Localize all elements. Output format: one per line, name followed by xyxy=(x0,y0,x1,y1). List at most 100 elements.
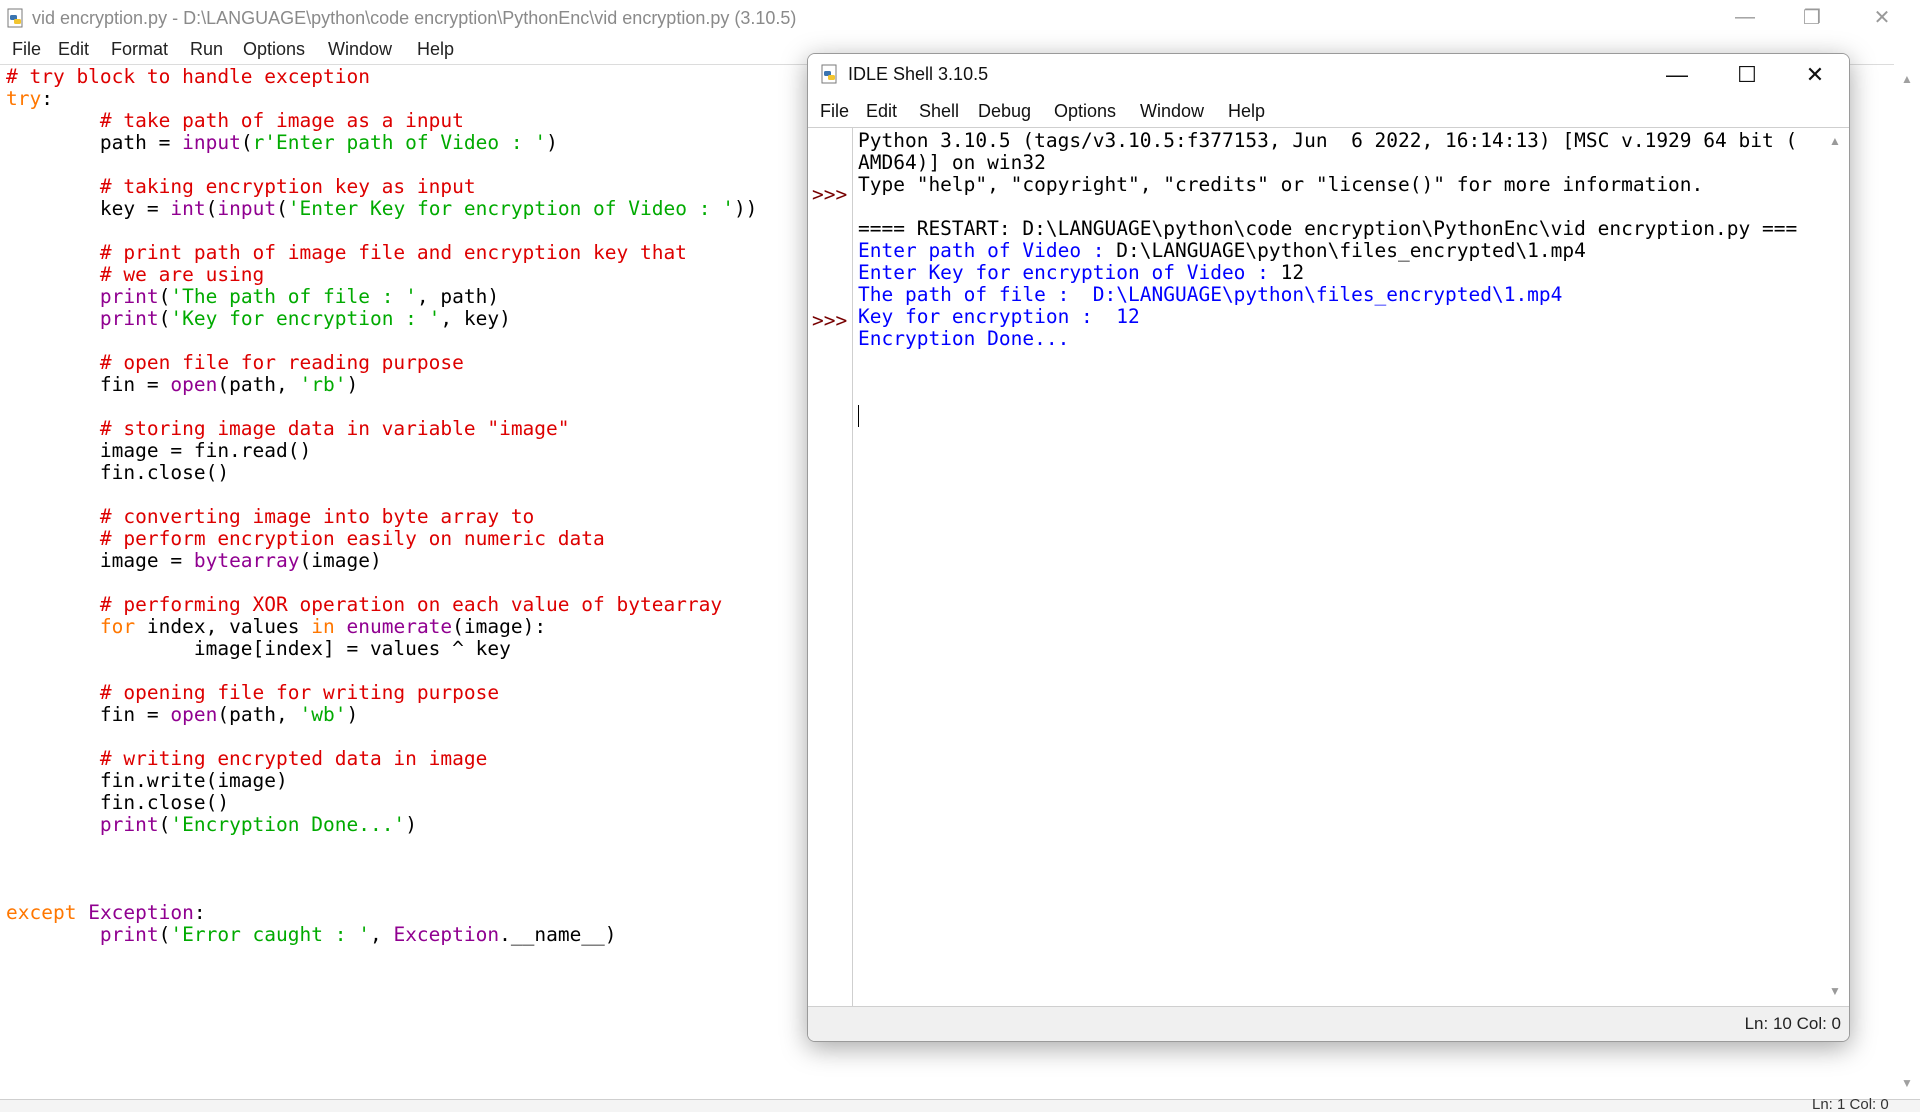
code-token: , key) xyxy=(440,307,511,330)
shell-menu-edit[interactable]: Edit xyxy=(866,101,897,122)
code-token: .__name__) xyxy=(499,923,617,946)
scroll-down-icon[interactable]: ▼ xyxy=(1901,1076,1913,1090)
code-token: open xyxy=(170,703,218,726)
code-token: # converting image into byte array to xyxy=(6,505,535,528)
code-token: ( xyxy=(276,197,288,220)
code-line[interactable]: # storing image data in variable "image" xyxy=(6,418,570,440)
shell-scroll-up-icon[interactable]: ▲ xyxy=(1829,134,1841,148)
code-line[interactable]: fin.close() xyxy=(6,462,229,484)
code-token: except xyxy=(6,901,77,924)
code-line[interactable]: # performing XOR operation on each value… xyxy=(6,594,722,616)
code-line[interactable]: print('Error caught : ', Exception.__nam… xyxy=(6,924,617,946)
python-file-icon xyxy=(6,8,26,33)
restore-icon[interactable]: ❐ xyxy=(1782,0,1842,35)
code-token: for xyxy=(99,615,136,638)
shell-minimize-icon[interactable]: — xyxy=(1644,54,1710,95)
code-line[interactable]: try: xyxy=(6,88,53,110)
code-token: image = fin.read() xyxy=(6,439,312,462)
code-line[interactable]: image = bytearray(image) xyxy=(6,550,382,572)
code-token: input xyxy=(217,197,277,220)
code-line[interactable]: print('Encryption Done...') xyxy=(6,814,417,836)
shell-titlebar[interactable]: IDLE Shell 3.10.5 — ☐ ✕ xyxy=(808,54,1849,95)
code-line[interactable]: # take path of image as a input xyxy=(6,110,464,132)
shell-menu-options[interactable]: Options xyxy=(1054,101,1116,122)
code-token: # take path of image as a input xyxy=(6,109,464,132)
code-line[interactable]: for index, values in enumerate(image): xyxy=(6,616,546,638)
code-line[interactable]: fin = open(path, 'rb') xyxy=(6,374,358,396)
shell-prompt: >>> xyxy=(812,183,848,206)
code-token: fin = xyxy=(6,703,171,726)
menu-options[interactable]: Options xyxy=(243,39,305,60)
shell-statusbar: Ln: 10 Col: 0 xyxy=(808,1006,1849,1041)
shell-prompt-gutter: >>> >>> xyxy=(808,128,853,1006)
shell-maximize-icon[interactable]: ☐ xyxy=(1714,54,1780,95)
shell-menu-window[interactable]: Window xyxy=(1140,101,1204,122)
editor-titlebar[interactable]: vid encryption.py - D:\LANGUAGE\python\c… xyxy=(0,0,1920,35)
code-token: ( xyxy=(205,197,218,220)
code-line[interactable]: # taking encryption key as input xyxy=(6,176,476,198)
code-token: fin = xyxy=(6,373,171,396)
code-token: key = xyxy=(6,197,171,220)
code-line[interactable]: image[index] = values ^ key xyxy=(6,638,511,660)
user-input-key: 12 xyxy=(1280,261,1305,284)
code-line[interactable]: except Exception: xyxy=(6,902,206,924)
code-token: in xyxy=(311,615,335,638)
shell-output-line: Key for encryption : 12 xyxy=(858,306,1140,328)
shell-menu-debug[interactable]: Debug xyxy=(978,101,1031,122)
code-line[interactable]: # perform encryption easily on numeric d… xyxy=(6,528,605,550)
shell-output-line: Type "help", "copyright", "credits" or "… xyxy=(858,174,1703,196)
code-token: try xyxy=(6,87,42,110)
code-line[interactable]: # we are using xyxy=(6,264,264,286)
shell-output-line: AMD64)] on win32 xyxy=(858,152,1046,174)
code-line[interactable]: image = fin.read() xyxy=(6,440,311,462)
code-token: 'Enter Key for encryption of Video : ' xyxy=(287,197,734,220)
shell-output-line: Enter Key for encryption of Video : 12 xyxy=(858,262,1304,284)
code-line[interactable]: print('The path of file : ', path) xyxy=(6,286,499,308)
menu-window[interactable]: Window xyxy=(328,39,392,60)
code-token: )) xyxy=(733,197,758,220)
code-line[interactable]: fin.write(image) xyxy=(6,770,288,792)
shell-menu-shell[interactable]: Shell xyxy=(919,101,959,122)
code-token: fin.write(image) xyxy=(6,769,288,792)
editor-scrollbar[interactable]: ▲ ▼ xyxy=(1894,64,1920,1099)
minimize-icon[interactable]: — xyxy=(1715,0,1775,35)
code-line[interactable]: # open file for reading purpose xyxy=(6,352,464,374)
scroll-up-icon[interactable]: ▲ xyxy=(1901,72,1913,86)
shell-menu-file[interactable]: File xyxy=(820,101,849,122)
code-token: int xyxy=(170,197,206,220)
shell-scroll-down-icon[interactable]: ▼ xyxy=(1829,984,1841,998)
shell-scrollbar[interactable]: ▲ ▼ xyxy=(1823,128,1847,1006)
code-token: input xyxy=(182,131,241,154)
code-line[interactable]: fin.close() xyxy=(6,792,229,814)
code-line[interactable]: fin = open(path, 'wb') xyxy=(6,704,358,726)
shell-line-text: The path of file : D:\LANGUAGE\python\fi… xyxy=(858,283,1563,306)
code-token: , path) xyxy=(416,285,500,308)
code-line[interactable]: key = int(input('Enter Key for encryptio… xyxy=(6,197,758,220)
shell-line-text: AMD64)] on win32 xyxy=(858,151,1046,174)
code-token: ( xyxy=(240,131,253,154)
code-line[interactable]: # try block to handle exception xyxy=(6,66,370,88)
code-line[interactable]: # converting image into byte array to xyxy=(6,506,534,528)
menu-run[interactable]: Run xyxy=(190,39,223,60)
code-line[interactable]: # opening file for writing purpose xyxy=(6,682,499,704)
code-line[interactable]: print('Key for encryption : ', key) xyxy=(6,308,511,330)
code-line[interactable]: path = input(r'Enter path of Video : ') xyxy=(6,132,558,154)
idle-shell-window[interactable]: IDLE Shell 3.10.5 — ☐ ✕ File Edit Shell … xyxy=(807,53,1850,1042)
code-line[interactable]: # writing encrypted data in image xyxy=(6,748,487,770)
shell-line-text: Enter Key for encryption of Video : xyxy=(858,261,1281,284)
close-icon[interactable]: ✕ xyxy=(1852,0,1912,35)
code-line[interactable]: # print path of image file and encryptio… xyxy=(6,242,687,264)
menu-help[interactable]: Help xyxy=(417,39,454,60)
shell-line-text: Python 3.10.5 (tags/v3.10.5:f377153, Jun… xyxy=(858,129,1798,152)
shell-menu-help[interactable]: Help xyxy=(1228,101,1265,122)
shell-window-title: IDLE Shell 3.10.5 xyxy=(848,64,989,84)
menu-edit[interactable]: Edit xyxy=(58,39,89,60)
code-token: 'The path of file : ' xyxy=(170,285,417,308)
shell-output-line: Enter path of Video : D:\LANGUAGE\python… xyxy=(858,240,1586,262)
menu-file[interactable]: File xyxy=(12,39,41,60)
code-token: # storing image data in variable "image" xyxy=(6,417,570,440)
shell-close-icon[interactable]: ✕ xyxy=(1782,54,1848,95)
menu-format[interactable]: Format xyxy=(111,39,168,60)
